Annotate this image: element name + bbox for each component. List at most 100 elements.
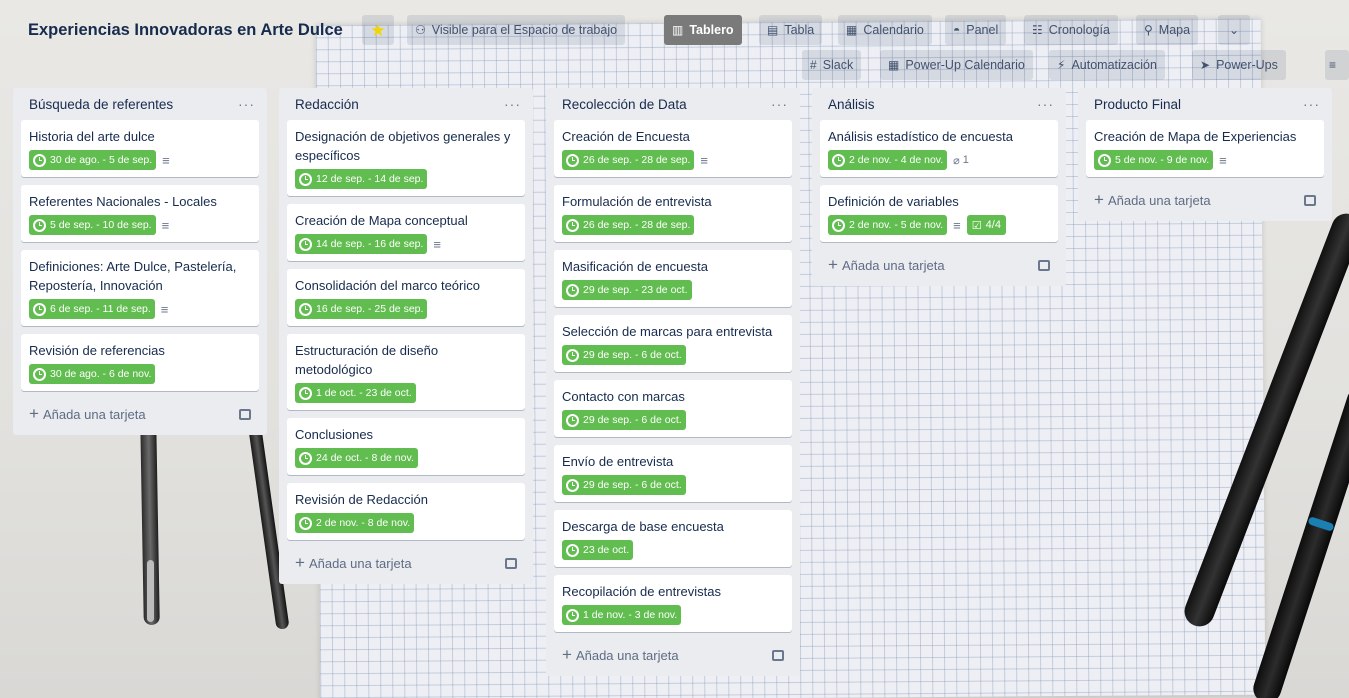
due-date-badge[interactable]: 5 de sep. - 10 de sep. xyxy=(29,215,156,235)
card[interactable]: Creación de Encuesta 26 de sep. - 28 de s… xyxy=(554,120,792,177)
add-card-text: + Añada una tarjeta xyxy=(562,645,679,665)
due-date-badge[interactable]: 6 de sep. - 11 de sep. xyxy=(29,299,155,319)
add-card-button[interactable]: + Añada una tarjeta xyxy=(21,399,259,429)
card[interactable]: Referentes Nacionales - Locales 5 de sep.… xyxy=(21,185,259,242)
due-date-badge[interactable]: 26 de sep. - 28 de sep. xyxy=(562,150,695,170)
list[interactable]: Análisis ··· Análisis estadístico de encue… xyxy=(812,88,1066,286)
card[interactable]: Creación de Mapa de Experiencias 5 de nov… xyxy=(1086,120,1324,177)
list[interactable]: Redacción ··· Designación de objetivos gen… xyxy=(279,88,533,584)
due-date-badge[interactable]: 30 de ago. - 6 de nov. xyxy=(29,364,156,384)
card-title: Definición de variables xyxy=(828,194,959,209)
card[interactable]: Creación de Mapa conceptual 14 de sep. - … xyxy=(287,204,525,261)
card[interactable]: Definiciones: Arte Dulce, Pastelería, Re… xyxy=(21,250,259,326)
due-date-badge[interactable]: 29 de sep. - 6 de oct. xyxy=(562,475,686,495)
list-menu-button[interactable]: ··· xyxy=(771,96,788,112)
list-menu-button[interactable]: ··· xyxy=(504,96,521,112)
due-date-badge[interactable]: 29 de sep. - 6 de oct. xyxy=(562,345,686,365)
add-card-button[interactable]: + Añada una tarjeta xyxy=(1086,185,1324,215)
due-date-badge[interactable]: 30 de ago. - 5 de sep. xyxy=(29,150,157,170)
card[interactable]: Selección de marcas para entrevista 29 de… xyxy=(554,315,792,372)
card[interactable]: Revisión de referencias 30 de ago. - 6 de… xyxy=(21,334,259,391)
list-header[interactable]: Búsqueda de referentes ··· xyxy=(21,88,259,120)
card[interactable]: Recopilación de entrevistas 1 de nov. - 3… xyxy=(554,575,792,632)
card[interactable]: Revisión de Redacción 2 de nov. - 8 de no… xyxy=(287,483,525,540)
calendar-powerup-button[interactable]: ▦ Power-Up Calendario xyxy=(880,50,1033,80)
due-date-badge[interactable]: 5 de nov. - 9 de nov. xyxy=(1094,150,1214,170)
add-card-button[interactable]: + Añada una tarjeta xyxy=(820,250,1058,280)
due-date-badge[interactable]: 16 de sep. - 25 de sep. xyxy=(295,299,428,319)
card-badges: 2 de nov. - 4 de nov. ⌀ 1 xyxy=(828,149,1050,171)
view-tab-cronologia[interactable]: ☷ Cronología xyxy=(1024,15,1118,45)
card[interactable]: Contacto con marcas 29 de sep. - 6 de oct… xyxy=(554,380,792,437)
view-tab-tabla[interactable]: ▤ Tabla xyxy=(759,15,823,45)
add-card-button[interactable]: + Añada una tarjeta xyxy=(554,640,792,670)
due-date-badge[interactable]: 24 de oct. - 8 de nov. xyxy=(295,448,418,468)
list-header[interactable]: Recolección de Data ··· xyxy=(554,88,792,120)
card[interactable]: Conclusiones 24 de oct. - 8 de nov. xyxy=(287,418,525,475)
due-date-label: 2 de nov. - 8 de nov. xyxy=(316,517,411,529)
card[interactable]: Descarga de base encuesta 23 de oct. xyxy=(554,510,792,567)
list[interactable]: Búsqueda de referentes ··· Historia del ar… xyxy=(13,88,267,435)
view-tab-calendario[interactable]: ▦ Calendario xyxy=(838,15,932,45)
list[interactable]: Recolección de Data ··· Creación de Encues… xyxy=(546,88,800,676)
view-tab-panel[interactable]: ◓ Panel xyxy=(945,15,1007,45)
star-board-button[interactable]: ★ xyxy=(362,15,394,45)
card-template-icon[interactable] xyxy=(772,649,784,661)
visibility-button[interactable]: ⚇ Visible para el Espacio de trabajo xyxy=(407,15,626,45)
list-title[interactable]: Recolección de Data xyxy=(562,97,687,112)
view-tab-tablero[interactable]: ▥ Tablero xyxy=(664,15,742,45)
card[interactable]: Definición de variables 2 de nov. - 5 de … xyxy=(820,185,1058,242)
due-date-badge[interactable]: 26 de sep. - 28 de sep. xyxy=(562,215,695,235)
card[interactable]: Envío de entrevista 29 de sep. - 6 de oct… xyxy=(554,445,792,502)
slack-icon: # xyxy=(810,58,817,72)
star-icon: ★ xyxy=(370,20,386,40)
board-title[interactable]: Experiencias Innovadoras en Arte Dulce xyxy=(22,14,349,46)
list-title[interactable]: Redacción xyxy=(295,97,359,112)
list-title[interactable]: Búsqueda de referentes xyxy=(29,97,173,112)
card-badges: 5 de nov. - 9 de nov. ≡ xyxy=(1094,149,1316,171)
card-template-icon[interactable] xyxy=(505,557,517,569)
list[interactable]: Producto Final ··· Creación de Mapa de Exp… xyxy=(1078,88,1332,221)
powerups-button[interactable]: ➤ Power-Ups xyxy=(1192,50,1286,80)
due-date-badge[interactable]: 29 de sep. - 6 de oct. xyxy=(562,410,686,430)
list-header[interactable]: Producto Final ··· xyxy=(1086,88,1324,120)
due-date-badge[interactable]: 29 de sep. - 23 de oct. xyxy=(562,280,692,300)
due-date-label: 1 de oct. - 23 de oct. xyxy=(316,387,412,399)
list-header[interactable]: Redacción ··· xyxy=(287,88,525,120)
due-date-badge[interactable]: 14 de sep. - 16 de sep. xyxy=(295,234,428,254)
card[interactable]: Designación de objetivos generales y esp… xyxy=(287,120,525,196)
card[interactable]: Consolidación del marco teórico 16 de sep… xyxy=(287,269,525,326)
due-date-badge[interactable]: 23 de oct. xyxy=(562,540,634,560)
card[interactable]: Formulación de entrevista 26 de sep. - 28… xyxy=(554,185,792,242)
card[interactable]: Estructuración de diseño metodológico 1 d… xyxy=(287,334,525,410)
list-menu-button[interactable]: ··· xyxy=(1037,96,1054,112)
card[interactable]: Masificación de encuesta 29 de sep. - 23 … xyxy=(554,250,792,307)
list-menu-button[interactable]: ··· xyxy=(238,96,255,112)
list-header[interactable]: Análisis ··· xyxy=(820,88,1058,120)
visibility-label: Visible para el Espacio de trabajo xyxy=(431,23,618,37)
due-date-label: 1 de nov. - 3 de nov. xyxy=(583,609,678,621)
add-card-text: + Añada una tarjeta xyxy=(828,255,945,275)
card[interactable]: Historia del arte dulce 30 de ago. - 5 de… xyxy=(21,120,259,177)
due-date-badge[interactable]: 12 de sep. - 14 de sep. xyxy=(295,169,428,189)
due-date-badge[interactable]: 2 de nov. - 5 de nov. xyxy=(828,215,948,235)
due-date-badge[interactable]: 2 de nov. - 4 de nov. xyxy=(828,150,948,170)
card-template-icon[interactable] xyxy=(1038,259,1050,271)
add-card-button[interactable]: + Añada una tarjeta xyxy=(287,548,525,578)
card[interactable]: Análisis estadístico de encuesta 2 de nov… xyxy=(820,120,1058,177)
list-menu-button[interactable]: ··· xyxy=(1303,96,1320,112)
view-tab-mapa[interactable]: ⚲ Mapa xyxy=(1136,15,1199,45)
due-date-badge[interactable]: 1 de oct. - 23 de oct. xyxy=(295,383,416,403)
more-views-button[interactable]: ⌄ xyxy=(1218,15,1250,45)
slack-powerup-button[interactable]: # Slack xyxy=(802,50,862,80)
due-date-badge[interactable]: 2 de nov. - 8 de nov. xyxy=(295,513,415,533)
filter-button[interactable]: ≡ xyxy=(1325,50,1349,80)
card-template-icon[interactable] xyxy=(239,408,251,420)
due-date-label: 5 de sep. - 10 de sep. xyxy=(50,219,152,231)
automation-button[interactable]: ⚡ Automatización xyxy=(1049,50,1165,80)
list-title[interactable]: Producto Final xyxy=(1094,97,1181,112)
add-card-label: Añada una tarjeta xyxy=(841,258,945,273)
list-title[interactable]: Análisis xyxy=(828,97,875,112)
due-date-badge[interactable]: 1 de nov. - 3 de nov. xyxy=(562,605,682,625)
card-template-icon[interactable] xyxy=(1304,194,1316,206)
